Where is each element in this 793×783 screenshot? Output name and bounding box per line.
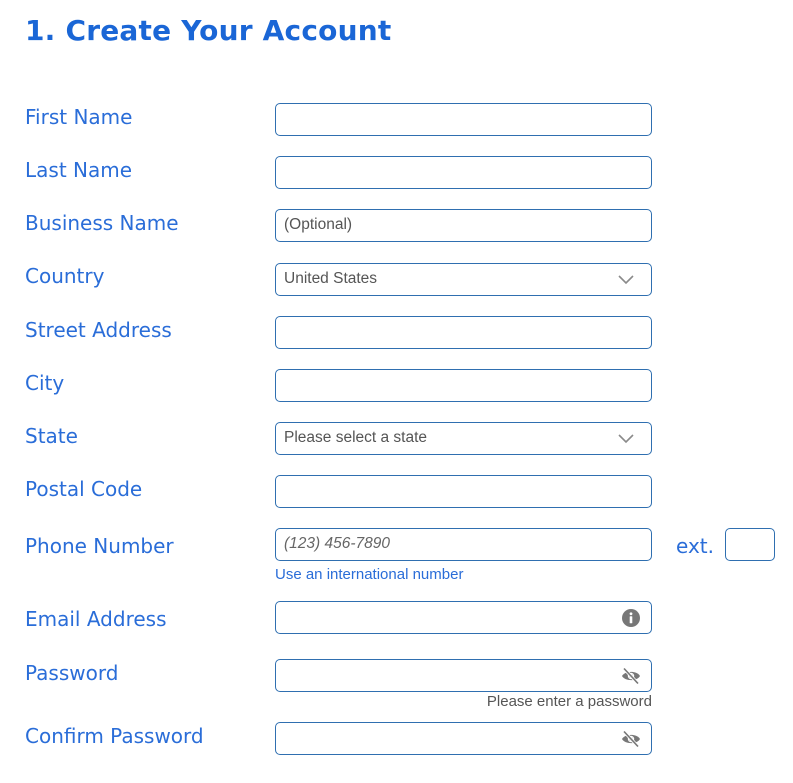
city-label: City bbox=[25, 371, 65, 395]
city-input[interactable] bbox=[275, 369, 652, 402]
last-name-input[interactable] bbox=[275, 156, 652, 189]
first-name-input[interactable] bbox=[275, 103, 652, 136]
phone-number-input[interactable]: (123) 456-7890 bbox=[275, 528, 652, 561]
eye-slash-icon[interactable] bbox=[621, 666, 641, 686]
international-number-link[interactable]: Use an international number bbox=[275, 566, 463, 583]
password-helper-text: Please enter a password bbox=[486, 693, 652, 710]
info-icon[interactable] bbox=[621, 608, 641, 628]
confirm-password-label: Confirm Password bbox=[25, 724, 204, 748]
country-selected-value: United States bbox=[284, 270, 378, 287]
email-address-label: Email Address bbox=[25, 607, 167, 631]
postal-code-label: Postal Code bbox=[25, 477, 143, 501]
confirm-password-input[interactable] bbox=[275, 722, 652, 755]
page-title: 1. Create Your Account bbox=[25, 14, 392, 47]
last-name-label: Last Name bbox=[25, 158, 133, 182]
password-input[interactable] bbox=[275, 659, 652, 692]
state-label: State bbox=[25, 424, 78, 448]
eye-slash-icon[interactable] bbox=[621, 729, 641, 749]
chevron-down-icon bbox=[618, 434, 634, 444]
business-name-placeholder: (Optional) bbox=[284, 216, 353, 233]
first-name-label: First Name bbox=[25, 105, 133, 129]
country-select[interactable]: United States bbox=[275, 263, 652, 296]
phone-number-label: Phone Number bbox=[25, 534, 174, 558]
state-select[interactable]: Please select a state bbox=[275, 422, 652, 455]
country-label: Country bbox=[25, 264, 105, 288]
phone-ext-input[interactable] bbox=[725, 528, 775, 561]
postal-code-input[interactable] bbox=[275, 475, 652, 508]
street-address-input[interactable] bbox=[275, 316, 652, 349]
phone-ext-label: ext. bbox=[676, 534, 714, 558]
business-name-label: Business Name bbox=[25, 211, 179, 235]
state-selected-value: Please select a state bbox=[284, 429, 428, 446]
business-name-input[interactable]: (Optional) bbox=[275, 209, 652, 242]
phone-number-placeholder: (123) 456-7890 bbox=[284, 535, 390, 552]
password-label: Password bbox=[25, 661, 119, 685]
chevron-down-icon bbox=[618, 275, 634, 285]
email-address-input[interactable] bbox=[275, 601, 652, 634]
street-address-label: Street Address bbox=[25, 318, 172, 342]
